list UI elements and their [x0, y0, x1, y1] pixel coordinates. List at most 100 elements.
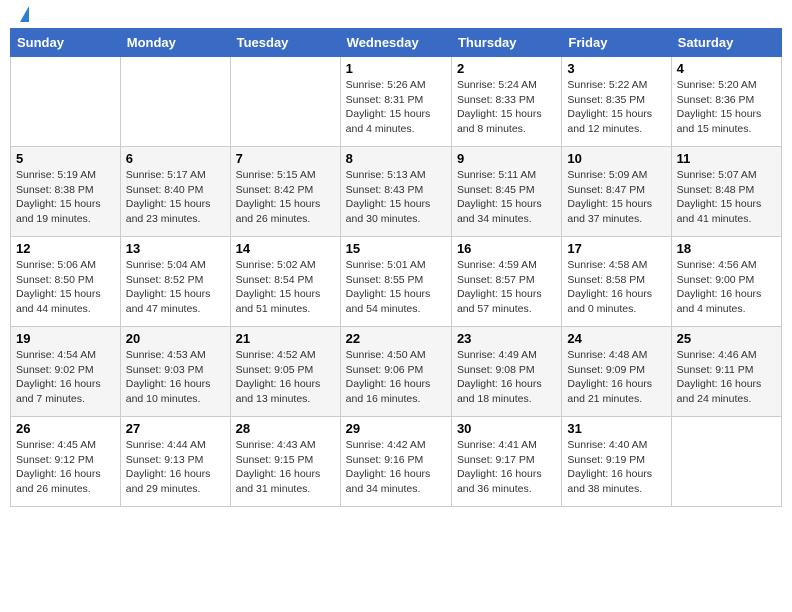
day-number: 14	[236, 241, 335, 256]
calendar-cell: 6 Sunrise: 5:17 AM Sunset: 8:40 PM Daylig…	[120, 147, 230, 237]
day-number: 29	[346, 421, 446, 436]
day-number: 13	[126, 241, 225, 256]
day-header-saturday: Saturday	[671, 29, 781, 57]
day-number: 22	[346, 331, 446, 346]
day-number: 16	[457, 241, 556, 256]
day-number: 6	[126, 151, 225, 166]
day-info: Sunrise: 5:06 AM Sunset: 8:50 PM Dayligh…	[16, 258, 115, 317]
day-number: 31	[567, 421, 665, 436]
day-info: Sunrise: 5:19 AM Sunset: 8:38 PM Dayligh…	[16, 168, 115, 227]
calendar-cell: 7 Sunrise: 5:15 AM Sunset: 8:42 PM Daylig…	[230, 147, 340, 237]
calendar-cell: 16 Sunrise: 4:59 AM Sunset: 8:57 PM Dayli…	[451, 237, 561, 327]
day-info: Sunrise: 4:43 AM Sunset: 9:15 PM Dayligh…	[236, 438, 335, 497]
calendar-cell: 29Sunrise: 4:42 AM Sunset: 9:16 PM Dayli…	[340, 417, 451, 507]
calendar-week-row: 26 Sunrise: 4:45 AM Sunset: 9:12 PM Dayli…	[11, 417, 782, 507]
calendar-cell: 12 Sunrise: 5:06 AM Sunset: 8:50 PM Dayli…	[11, 237, 121, 327]
day-number: 21	[236, 331, 335, 346]
day-number: 7	[236, 151, 335, 166]
day-number: 15	[346, 241, 446, 256]
day-info: Sunrise: 4:41 AM Sunset: 9:17 PM Dayligh…	[457, 438, 556, 497]
calendar-cell	[671, 417, 781, 507]
day-info: Sunrise: 5:17 AM Sunset: 8:40 PM Dayligh…	[126, 168, 225, 227]
calendar-cell: 17 Sunrise: 4:58 AM Sunset: 8:58 PM Dayli…	[562, 237, 671, 327]
calendar-cell	[11, 57, 121, 147]
day-info: Sunrise: 4:50 AM Sunset: 9:06 PM Dayligh…	[346, 348, 446, 407]
calendar-cell: 3 Sunrise: 5:22 AM Sunset: 8:35 PM Daylig…	[562, 57, 671, 147]
day-info: Sunrise: 5:02 AM Sunset: 8:54 PM Dayligh…	[236, 258, 335, 317]
day-number: 8	[346, 151, 446, 166]
calendar-cell: 14 Sunrise: 5:02 AM Sunset: 8:54 PM Dayli…	[230, 237, 340, 327]
calendar-cell: 21 Sunrise: 4:52 AM Sunset: 9:05 PM Dayli…	[230, 327, 340, 417]
day-header-wednesday: Wednesday	[340, 29, 451, 57]
day-info: Sunrise: 4:49 AM Sunset: 9:08 PM Dayligh…	[457, 348, 556, 407]
calendar-cell: 1 Sunrise: 5:26 AM Sunset: 8:31 PM Daylig…	[340, 57, 451, 147]
day-number: 30	[457, 421, 556, 436]
calendar-cell: 18 Sunrise: 4:56 AM Sunset: 9:00 PM Dayli…	[671, 237, 781, 327]
day-number: 28	[236, 421, 335, 436]
day-header-sunday: Sunday	[11, 29, 121, 57]
day-info: Sunrise: 4:48 AM Sunset: 9:09 PM Dayligh…	[567, 348, 665, 407]
day-info: Sunrise: 4:56 AM Sunset: 9:00 PM Dayligh…	[677, 258, 776, 317]
day-info: Sunrise: 4:59 AM Sunset: 8:57 PM Dayligh…	[457, 258, 556, 317]
day-number: 5	[16, 151, 115, 166]
day-number: 25	[677, 331, 776, 346]
calendar-cell: 23 Sunrise: 4:49 AM Sunset: 9:08 PM Dayli…	[451, 327, 561, 417]
day-number: 2	[457, 61, 556, 76]
calendar-cell: 31 Sunrise: 4:40 AM Sunset: 9:19 PM Dayli…	[562, 417, 671, 507]
day-info: Sunrise: 4:52 AM Sunset: 9:05 PM Dayligh…	[236, 348, 335, 407]
day-number: 18	[677, 241, 776, 256]
day-info: Sunrise: 4:44 AM Sunset: 9:13 PM Dayligh…	[126, 438, 225, 497]
day-info: Sunrise: 5:13 AM Sunset: 8:43 PM Dayligh…	[346, 168, 446, 227]
day-info: Sunrise: 5:15 AM Sunset: 8:42 PM Dayligh…	[236, 168, 335, 227]
day-info: Sunrise: 4:45 AM Sunset: 9:12 PM Dayligh…	[16, 438, 115, 497]
day-info: Sunrise: 5:22 AM Sunset: 8:35 PM Dayligh…	[567, 78, 665, 137]
calendar-header-row: SundayMondayTuesdayWednesdayThursdayFrid…	[11, 29, 782, 57]
day-number: 24	[567, 331, 665, 346]
calendar-cell: 24 Sunrise: 4:48 AM Sunset: 9:09 PM Dayli…	[562, 327, 671, 417]
calendar-cell	[230, 57, 340, 147]
day-info: Sunrise: 5:09 AM Sunset: 8:47 PM Dayligh…	[567, 168, 665, 227]
calendar-week-row: 5 Sunrise: 5:19 AM Sunset: 8:38 PM Daylig…	[11, 147, 782, 237]
day-number: 9	[457, 151, 556, 166]
day-number: 4	[677, 61, 776, 76]
calendar-cell	[120, 57, 230, 147]
day-info: Sunrise: 4:53 AM Sunset: 9:03 PM Dayligh…	[126, 348, 225, 407]
day-info: Sunrise: 5:26 AM Sunset: 8:31 PM Dayligh…	[346, 78, 446, 137]
calendar-cell: 27 Sunrise: 4:44 AM Sunset: 9:13 PM Dayli…	[120, 417, 230, 507]
day-info: Sunrise: 5:20 AM Sunset: 8:36 PM Dayligh…	[677, 78, 776, 137]
day-number: 23	[457, 331, 556, 346]
day-header-thursday: Thursday	[451, 29, 561, 57]
page-header	[10, 10, 782, 22]
calendar-cell: 25Sunrise: 4:46 AM Sunset: 9:11 PM Dayli…	[671, 327, 781, 417]
calendar-cell: 22 Sunrise: 4:50 AM Sunset: 9:06 PM Dayli…	[340, 327, 451, 417]
calendar-cell: 26 Sunrise: 4:45 AM Sunset: 9:12 PM Dayli…	[11, 417, 121, 507]
calendar-table: SundayMondayTuesdayWednesdayThursdayFrid…	[10, 28, 782, 507]
calendar-cell: 11Sunrise: 5:07 AM Sunset: 8:48 PM Dayli…	[671, 147, 781, 237]
day-header-tuesday: Tuesday	[230, 29, 340, 57]
calendar-cell: 15Sunrise: 5:01 AM Sunset: 8:55 PM Dayli…	[340, 237, 451, 327]
day-number: 3	[567, 61, 665, 76]
day-number: 26	[16, 421, 115, 436]
day-info: Sunrise: 5:07 AM Sunset: 8:48 PM Dayligh…	[677, 168, 776, 227]
day-info: Sunrise: 4:54 AM Sunset: 9:02 PM Dayligh…	[16, 348, 115, 407]
calendar-cell: 30 Sunrise: 4:41 AM Sunset: 9:17 PM Dayli…	[451, 417, 561, 507]
day-number: 1	[346, 61, 446, 76]
calendar-cell: 10Sunrise: 5:09 AM Sunset: 8:47 PM Dayli…	[562, 147, 671, 237]
day-number: 12	[16, 241, 115, 256]
day-number: 20	[126, 331, 225, 346]
calendar-cell: 4 Sunrise: 5:20 AM Sunset: 8:36 PM Daylig…	[671, 57, 781, 147]
day-info: Sunrise: 4:40 AM Sunset: 9:19 PM Dayligh…	[567, 438, 665, 497]
logo	[14, 10, 29, 22]
calendar-week-row: 12 Sunrise: 5:06 AM Sunset: 8:50 PM Dayli…	[11, 237, 782, 327]
day-info: Sunrise: 4:58 AM Sunset: 8:58 PM Dayligh…	[567, 258, 665, 317]
day-number: 17	[567, 241, 665, 256]
calendar-cell: 8 Sunrise: 5:13 AM Sunset: 8:43 PM Daylig…	[340, 147, 451, 237]
day-number: 27	[126, 421, 225, 436]
calendar-cell: 9 Sunrise: 5:11 AM Sunset: 8:45 PM Daylig…	[451, 147, 561, 237]
day-info: Sunrise: 5:24 AM Sunset: 8:33 PM Dayligh…	[457, 78, 556, 137]
day-header-monday: Monday	[120, 29, 230, 57]
calendar-week-row: 19 Sunrise: 4:54 AM Sunset: 9:02 PM Dayli…	[11, 327, 782, 417]
day-header-friday: Friday	[562, 29, 671, 57]
day-number: 19	[16, 331, 115, 346]
day-info: Sunrise: 5:11 AM Sunset: 8:45 PM Dayligh…	[457, 168, 556, 227]
